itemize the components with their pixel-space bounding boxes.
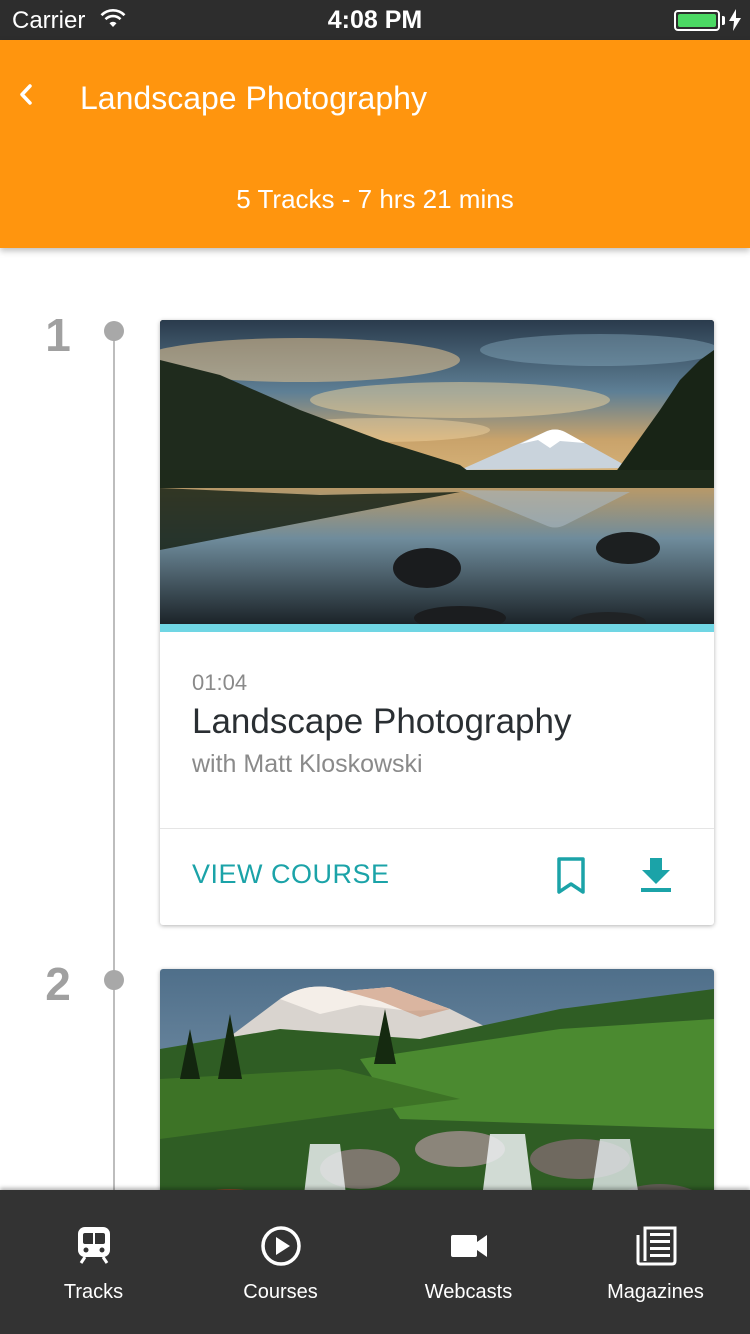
timeline-dot-1 <box>104 321 124 341</box>
view-course-button[interactable]: VIEW COURSE <box>192 859 390 890</box>
clock: 4:08 PM <box>327 6 423 34</box>
track-card-1[interactable]: 01:04 Landscape Photography with Matt Kl… <box>160 320 714 925</box>
battery-icon <box>674 10 720 31</box>
tab-tracks[interactable]: Tracks <box>0 1190 187 1334</box>
battery-level <box>678 14 716 27</box>
tab-webcasts[interactable]: Webcasts <box>375 1190 562 1334</box>
tab-label-courses: Courses <box>243 1281 318 1303</box>
tab-courses[interactable]: Courses <box>187 1190 374 1334</box>
timeline-dot-2 <box>104 970 124 990</box>
card-details: 01:04 Landscape Photography with Matt Kl… <box>160 632 714 829</box>
course-progress-fill <box>160 624 714 632</box>
train-icon <box>77 1227 110 1264</box>
newspaper-icon <box>636 1226 676 1266</box>
header: Landscape Photography 5 Tracks - 7 hrs 2… <box>0 40 750 248</box>
status-bar: Carrier 4:08 PM <box>0 0 750 40</box>
tab-bar: Tracks Courses Webcasts Magazines <box>0 1190 750 1334</box>
timeline-line <box>113 330 115 1190</box>
track-number-1: 1 <box>45 309 71 361</box>
mountain-lake-reflection-photo[interactable] <box>160 320 714 632</box>
page-title: Landscape Photography <box>80 80 427 116</box>
play-circle-icon <box>260 1226 301 1266</box>
chevron-left-icon[interactable] <box>12 78 38 112</box>
tab-magazines[interactable]: Magazines <box>562 1190 749 1334</box>
track-summary: 5 Tracks - 7 hrs 21 mins <box>236 184 514 214</box>
charging-icon <box>729 9 741 31</box>
bookmark-icon[interactable] <box>555 856 587 896</box>
tab-label-tracks: Tracks <box>63 1281 124 1303</box>
download-icon[interactable] <box>638 855 674 895</box>
card-actions: VIEW COURSE <box>160 829 714 924</box>
battery-tip <box>722 16 725 25</box>
course-title: Landscape Photography <box>192 702 572 741</box>
video-camera-icon <box>450 1235 487 1257</box>
track-number-2: 2 <box>45 958 71 1010</box>
course-progress-bar <box>160 624 714 632</box>
course-duration: 01:04 <box>192 670 248 695</box>
course-author: with Matt Kloskowski <box>192 750 423 778</box>
tab-label-webcasts: Webcasts <box>424 1281 513 1303</box>
tab-label-magazines: Magazines <box>607 1281 704 1303</box>
